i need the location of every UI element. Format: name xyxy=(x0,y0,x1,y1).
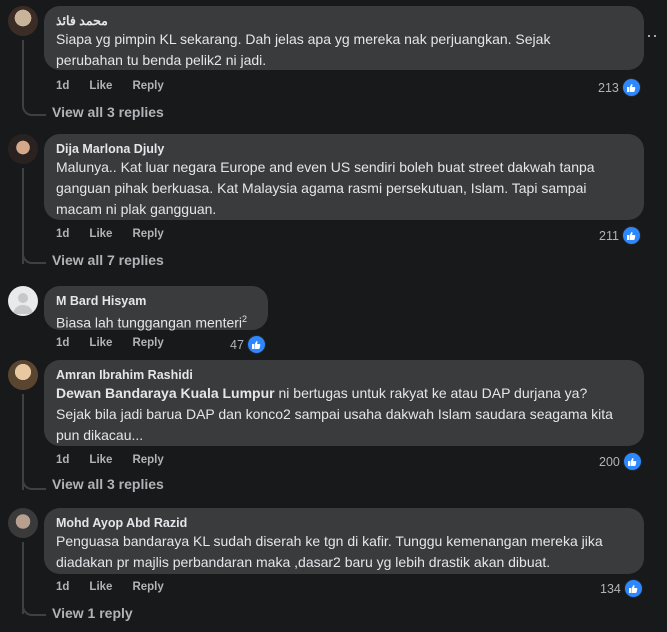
avatar[interactable] xyxy=(8,134,38,164)
comment-text-line: Biasa lah tunggangan menteri xyxy=(56,314,243,331)
reaction-count[interactable]: 134 xyxy=(600,579,643,598)
thread-line xyxy=(22,40,24,90)
comment-bubble: محمد فائذ Siapa yg pimpin KL sekarang. D… xyxy=(44,6,644,70)
timestamp[interactable]: 1d xyxy=(56,454,69,466)
comment-text-segment: ni bertugas untuk rakyat ke atau DAP dur… xyxy=(274,385,588,401)
view-replies-link[interactable]: View 1 reply xyxy=(52,605,133,621)
like-thumb-icon xyxy=(622,452,642,471)
comment-text-line: perubahan tu benda pelik2 ni jadi. xyxy=(56,52,267,68)
like-thumb-icon xyxy=(621,226,641,245)
reply-connector xyxy=(22,464,46,490)
reaction-count[interactable]: 200 xyxy=(599,452,642,471)
comment-author[interactable]: محمد فائذ xyxy=(56,13,632,29)
timestamp[interactable]: 1d xyxy=(56,581,69,593)
timestamp[interactable]: 1d xyxy=(56,80,69,92)
like-thumb-icon xyxy=(623,579,643,598)
timestamp[interactable]: 1d xyxy=(56,337,69,349)
reply-button[interactable]: Reply xyxy=(132,228,163,240)
like-thumb-icon xyxy=(246,335,266,354)
comment-author[interactable]: Mohd Ayop Abd Razid xyxy=(56,515,632,531)
timestamp[interactable]: 1d xyxy=(56,228,69,240)
comment-text-line: ganguan pihak berkuasa. Kat Malaysia aga… xyxy=(56,180,587,196)
superscript: 2 xyxy=(242,314,248,324)
comment-text: Penguasa bandaraya KL sudah diserah ke t… xyxy=(56,531,632,573)
comment-bubble: M Bard Hisyam Biasa lah tunggangan mente… xyxy=(44,286,268,331)
like-thumb-icon xyxy=(621,78,641,97)
comment-bubble: Dija Marlona Djuly Malunya.. Kat luar ne… xyxy=(44,134,644,220)
reaction-count[interactable]: 47 xyxy=(230,335,266,354)
reply-button[interactable]: Reply xyxy=(132,80,163,92)
avatar[interactable] xyxy=(8,508,38,538)
comment-text-line: Siapa yg pimpin KL sekarang. Dah jelas a… xyxy=(56,31,551,47)
like-button[interactable]: Like xyxy=(89,337,112,349)
like-button[interactable]: Like xyxy=(89,581,112,593)
comment-actions: 1d Like Reply xyxy=(56,80,184,92)
avatar[interactable] xyxy=(8,286,38,316)
comment-actions: 1d Like Reply xyxy=(56,581,184,593)
reply-button[interactable]: Reply xyxy=(132,454,163,466)
reaction-count-text: 213 xyxy=(598,80,619,95)
comment-text: Malunya.. Kat luar negara Europe and eve… xyxy=(56,157,632,220)
default-avatar-icon xyxy=(13,293,33,314)
comment-text-line: Sejak bila jadi barua DAP dan konco2 sam… xyxy=(56,406,613,422)
reaction-count[interactable]: 213 xyxy=(598,78,641,97)
reaction-count-text: 134 xyxy=(600,581,621,596)
reaction-count-text: 200 xyxy=(599,454,620,469)
comment-text-line: diadakan pr majlis perbandaran maka ,das… xyxy=(56,554,551,570)
view-replies-link[interactable]: View all 7 replies xyxy=(52,252,164,268)
like-button[interactable]: Like xyxy=(89,454,112,466)
comment-actions: 1d Like Reply xyxy=(56,228,184,240)
comment-author[interactable]: Amran Ibrahim Rashidi xyxy=(56,367,632,383)
reply-button[interactable]: Reply xyxy=(132,337,163,349)
comment-bubble: Amran Ibrahim Rashidi Dewan Bandaraya Ku… xyxy=(44,360,644,446)
comment-author[interactable]: Dija Marlona Djuly xyxy=(56,141,632,157)
comment-text-line: Malunya.. Kat luar negara Europe and eve… xyxy=(56,159,595,175)
like-button[interactable]: Like xyxy=(89,80,112,92)
page-mention-link[interactable]: Dewan Bandaraya Kuala Lumpur xyxy=(56,385,275,401)
reaction-count-text: 47 xyxy=(230,337,244,352)
comment-text: Biasa lah tunggangan menteri2 xyxy=(56,309,256,334)
reaction-count[interactable]: 211 xyxy=(599,226,641,245)
like-button[interactable]: Like xyxy=(89,228,112,240)
comment-actions: 1d Like Reply xyxy=(56,454,184,466)
comment-bubble: Mohd Ayop Abd Razid Penguasa bandaraya K… xyxy=(44,508,644,574)
avatar[interactable] xyxy=(8,6,38,36)
avatar[interactable] xyxy=(8,360,38,390)
reply-connector xyxy=(22,90,46,116)
comment-actions: 1d Like Reply xyxy=(56,337,184,349)
comment-text-line: pun dikacau... xyxy=(56,427,144,443)
comment-text: Dewan Bandaraya Kuala Lumpur ni bertugas… xyxy=(56,383,632,446)
reply-connector xyxy=(22,238,46,264)
comment-text-line: Penguasa bandaraya KL sudah diserah ke t… xyxy=(56,533,603,549)
reply-button[interactable]: Reply xyxy=(132,581,163,593)
comment-text-line: Dewan Bandaraya Kuala Lumpur ni bertugas… xyxy=(56,383,632,404)
comment-author[interactable]: M Bard Hisyam xyxy=(56,293,256,309)
comment-text-line: macam ni plak gangguan. xyxy=(56,201,217,217)
reaction-count-text: 211 xyxy=(599,228,619,243)
comment-text: Siapa yg pimpin KL sekarang. Dah jelas a… xyxy=(56,29,632,71)
reply-connector xyxy=(22,590,46,616)
view-replies-link[interactable]: View all 3 replies xyxy=(52,104,164,120)
view-replies-link[interactable]: View all 3 replies xyxy=(52,476,164,492)
